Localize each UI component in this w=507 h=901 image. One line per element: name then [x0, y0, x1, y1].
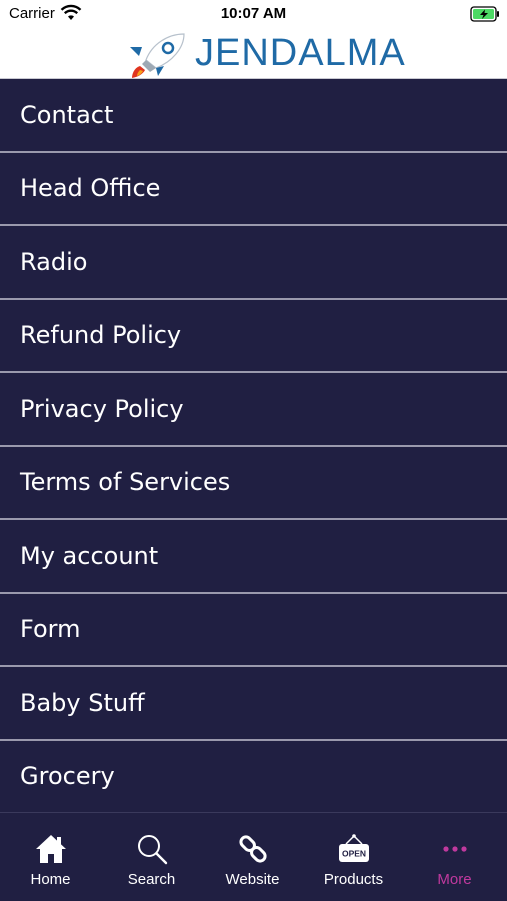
menu-item-grocery[interactable]: Grocery [0, 741, 507, 814]
menu-item-contact[interactable]: Contact [0, 79, 507, 153]
svg-text:OPEN: OPEN [341, 849, 365, 859]
tab-more-label: More [437, 871, 472, 888]
menu-item-head-office[interactable]: Head Office [0, 153, 507, 226]
more-menu-list: Contact Head Office Radio Refund Policy … [0, 79, 507, 814]
link-icon [238, 835, 267, 863]
tab-products-label: Products [323, 871, 384, 888]
tab-products[interactable]: OPEN Products [303, 813, 404, 901]
menu-item-baby-stuff[interactable]: Baby Stuff [0, 667, 507, 741]
tab-website[interactable]: Website [202, 813, 303, 901]
menu-item-my-account[interactable]: My account [0, 520, 507, 594]
menu-item-radio[interactable]: Radio [0, 226, 507, 300]
tab-home[interactable]: Home [0, 813, 101, 901]
home-icon [35, 835, 66, 863]
tab-search[interactable]: Search [101, 813, 202, 901]
rocket-logo-icon [130, 33, 185, 78]
bottom-tab-bar: Home Search Website OPEN Products More [0, 812, 507, 901]
battery-charging-icon [470, 6, 499, 22]
tab-search-label: Search [127, 871, 176, 888]
tab-home-label: Home [30, 871, 71, 888]
status-time: 10:07 AM [220, 5, 287, 22]
more-icon [442, 846, 467, 852]
menu-item-refund-policy[interactable]: Refund Policy [0, 300, 507, 373]
menu-item-terms-of-services[interactable]: Terms of Services [0, 447, 507, 520]
open-sign-icon: OPEN [338, 834, 369, 862]
tab-website-label: Website [225, 871, 280, 888]
logo-text: JENDALMA [195, 32, 406, 74]
app-header: JENDALMA [0, 28, 507, 79]
menu-item-privacy-policy[interactable]: Privacy Policy [0, 373, 507, 447]
tab-more[interactable]: More [404, 813, 505, 901]
search-icon [137, 835, 167, 865]
menu-item-form[interactable]: Form [0, 594, 507, 667]
status-bar: Carrier 10:07 AM [0, 0, 507, 28]
